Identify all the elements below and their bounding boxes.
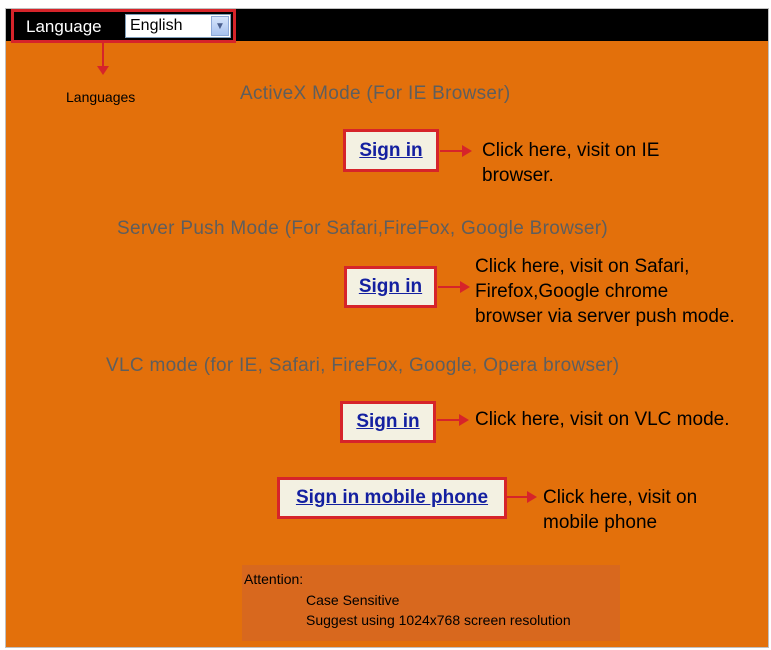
languages-caption: Languages xyxy=(66,89,136,105)
attention-panel: Attention: Case Sensitive Suggest using … xyxy=(242,565,620,641)
activex-signin-highlight: Sign in xyxy=(343,129,439,172)
mobile-signin-highlight: Sign in mobile phone xyxy=(277,477,507,519)
arrow-right-icon xyxy=(437,414,469,426)
attention-line: Case Sensitive xyxy=(306,592,400,608)
vlc-signin-link[interactable]: Sign in xyxy=(356,411,419,433)
vlc-hint: Click here, visit on VLC mode. xyxy=(475,407,730,432)
hint-line: browser via server push mode. xyxy=(475,306,735,327)
hint-line: Firefox,Google chrome xyxy=(475,281,669,302)
language-label: Language xyxy=(26,17,102,36)
hint-line: browser. xyxy=(482,165,554,186)
hint-line: Click here, visit on VLC mode. xyxy=(475,409,730,430)
server-push-signin-link[interactable]: Sign in xyxy=(359,276,422,298)
arrow-right-icon xyxy=(440,145,472,157)
attention-title: Attention: xyxy=(244,571,304,587)
mobile-hint: Click here, visit on mobile phone xyxy=(543,485,697,535)
server-push-mode-title: Server Push Mode (For Safari,FireFox, Go… xyxy=(117,218,609,239)
server-push-hint: Click here, visit on Safari, Firefox,Goo… xyxy=(475,254,735,329)
arrow-down-icon xyxy=(97,43,109,75)
mobile-signin-link[interactable]: Sign in mobile phone xyxy=(296,487,488,509)
language-select-value: English xyxy=(130,17,183,34)
chevron-down-icon[interactable]: ▼ xyxy=(211,16,229,36)
hint-line: mobile phone xyxy=(543,512,658,533)
activex-mode-title: ActiveX Mode (For IE Browser) xyxy=(240,83,511,104)
arrow-right-icon xyxy=(507,491,537,503)
vlc-mode-title: VLC mode (for IE, Safari, FireFox, Googl… xyxy=(106,355,620,376)
login-page: Language English ▼ Languages ActiveX Mod… xyxy=(5,8,769,648)
vlc-signin-highlight: Sign in xyxy=(340,401,436,443)
language-selector-highlight: Language English ▼ xyxy=(11,9,236,43)
hint-line: Click here, visit on IE xyxy=(482,140,660,161)
activex-hint: Click here, visit on IE browser. xyxy=(482,138,659,188)
arrow-right-icon xyxy=(438,281,470,293)
attention-line: Suggest using 1024x768 screen resolution xyxy=(306,612,571,628)
activex-signin-link[interactable]: Sign in xyxy=(359,140,422,162)
server-push-signin-highlight: Sign in xyxy=(344,266,437,308)
hint-line: Click here, visit on xyxy=(543,487,698,508)
language-select[interactable]: English ▼ xyxy=(125,14,231,38)
hint-line: Click here, visit on Safari, xyxy=(475,256,690,277)
